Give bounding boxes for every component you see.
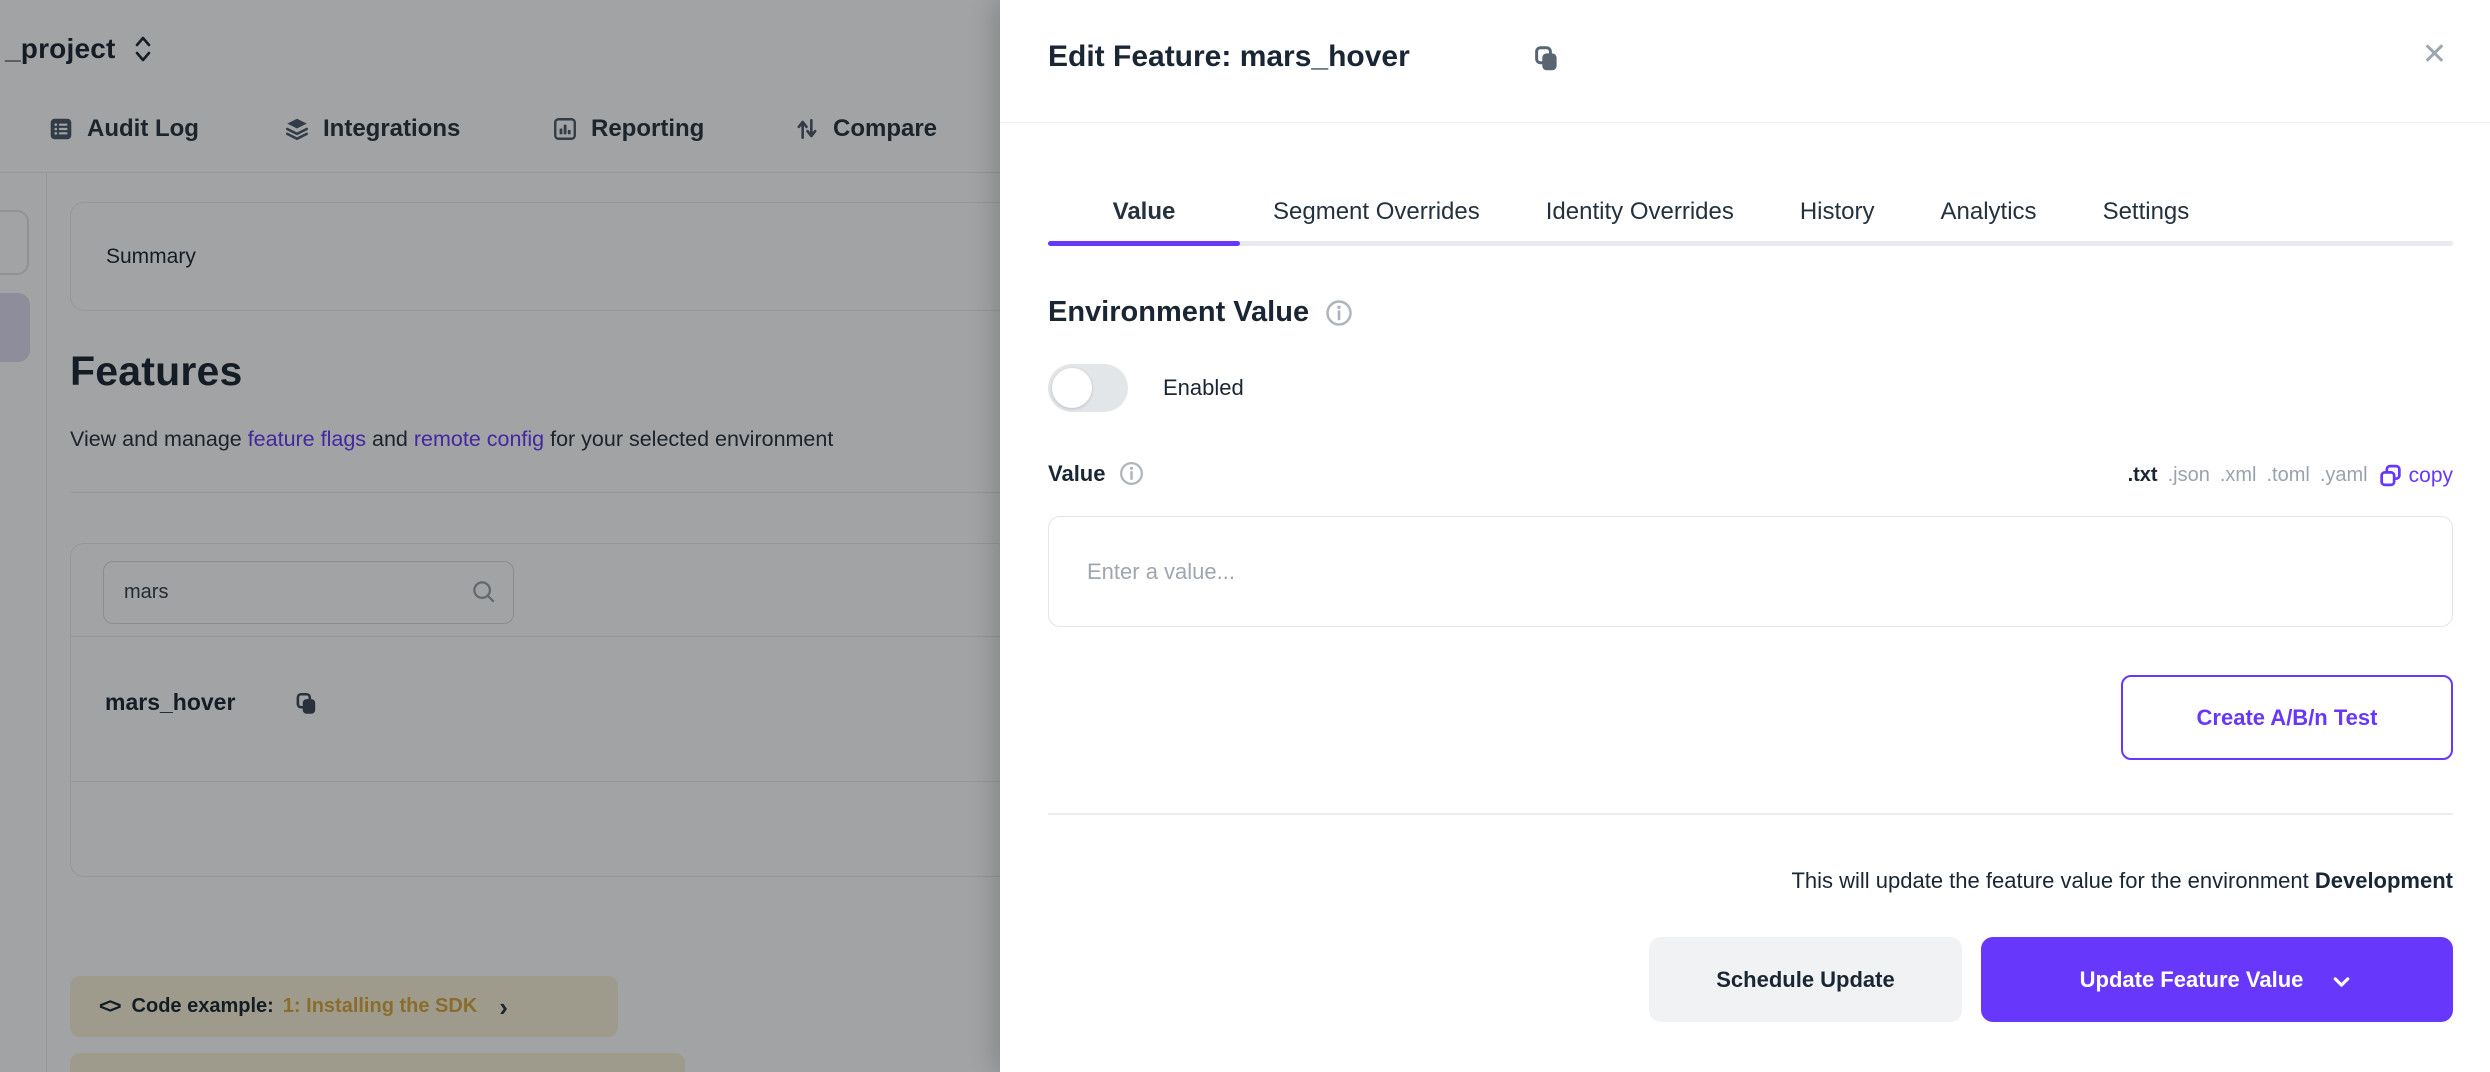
edit-feature-panel: Edit Feature: mars_hover ✕ Value Segment… — [1000, 0, 2490, 1072]
update-feature-value-button[interactable]: Update Feature Value — [1981, 937, 2453, 1022]
footer-divider — [1048, 813, 2453, 815]
feature-value-input[interactable] — [1048, 516, 2453, 627]
tab-track — [1048, 241, 2453, 246]
panel-tabs: Value Segment Overrides Identity Overrid… — [1048, 182, 2453, 246]
value-label: Value — [1048, 461, 1105, 487]
create-abn-test-button[interactable]: Create A/B/n Test — [2121, 675, 2453, 760]
close-icon[interactable]: ✕ — [2422, 38, 2447, 72]
copy-label: copy — [2409, 464, 2453, 488]
tab-settings[interactable]: Settings — [2070, 182, 2223, 241]
tab-analytics[interactable]: Analytics — [1908, 182, 2070, 241]
environment-value-heading: Environment Value — [1048, 296, 1309, 329]
schedule-update-button[interactable]: Schedule Update — [1649, 937, 1962, 1022]
environment-name: Development — [2315, 868, 2453, 893]
tab-segment-overrides[interactable]: Segment Overrides — [1240, 182, 1513, 241]
format-toml[interactable]: .toml — [2267, 464, 2310, 487]
format-yaml[interactable]: .yaml — [2320, 464, 2368, 487]
toggle-knob — [1052, 368, 1092, 408]
enabled-toggle-row: Enabled — [1048, 364, 1244, 412]
footer-buttons: Schedule Update Update Feature Value — [1649, 937, 2453, 1022]
copy-feature-name-icon[interactable] — [1531, 44, 1561, 79]
environment-value-section: Environment Value — [1048, 296, 1354, 329]
value-label-row: Value — [1048, 460, 1145, 487]
format-txt[interactable]: .txt — [2128, 464, 2158, 487]
modal-backdrop[interactable] — [0, 0, 1000, 1072]
screen: _project Audit Log Integrations — [0, 0, 2490, 1072]
chevron-down-icon — [2329, 969, 2354, 994]
info-icon[interactable] — [1118, 460, 1145, 487]
copy-value-button[interactable]: copy — [2378, 463, 2453, 488]
value-format-switcher: .txt .json .xml .toml .yaml copy — [2128, 463, 2453, 488]
info-icon[interactable] — [1324, 298, 1354, 328]
active-tab-indicator — [1048, 241, 1240, 246]
update-button-label: Update Feature Value — [2080, 967, 2304, 993]
format-xml[interactable]: .xml — [2220, 464, 2257, 487]
tab-identity-overrides[interactable]: Identity Overrides — [1513, 182, 1767, 241]
enabled-toggle[interactable] — [1048, 364, 1128, 412]
panel-header: Edit Feature: mars_hover ✕ — [1000, 0, 2490, 123]
panel-title: Edit Feature: mars_hover — [1048, 40, 1410, 74]
footer-note: This will update the feature value for t… — [1791, 868, 2453, 894]
tab-history[interactable]: History — [1767, 182, 1908, 241]
toggle-label: Enabled — [1163, 375, 1244, 401]
format-json[interactable]: .json — [2168, 464, 2210, 487]
header-divider — [1000, 122, 2490, 123]
footer-note-text: This will update the feature value for t… — [1791, 868, 2314, 893]
tab-value[interactable]: Value — [1048, 182, 1240, 241]
